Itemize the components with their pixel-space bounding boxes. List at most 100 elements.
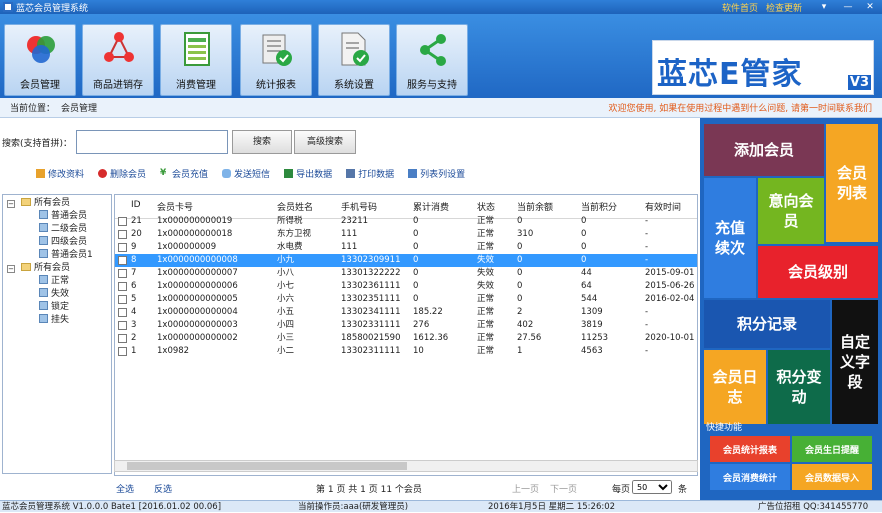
row-checkbox[interactable]: [118, 243, 127, 252]
column-header[interactable]: 累计消费: [413, 200, 449, 213]
toolbar-reports[interactable]: 统计报表: [240, 24, 312, 96]
ad-text: 广告位招租 QQ:341455770: [758, 502, 869, 512]
table-row[interactable]: 7 1x0000000000007 小八 13301322222 0 失效 0 44 2015-…: [115, 267, 697, 280]
table-row[interactable]: 3 1x0000000000003 小四 13302331111 276 正常 402 381…: [115, 319, 697, 332]
collapse-toggle[interactable]: −: [7, 265, 15, 273]
row-checkbox[interactable]: [118, 295, 127, 304]
collapse-toggle[interactable]: −: [7, 200, 15, 208]
table-cell: 0: [581, 229, 587, 239]
points-record-tile[interactable]: 积分记录: [704, 300, 830, 348]
row-checkbox[interactable]: [118, 347, 127, 356]
toolbar-inventory[interactable]: 商品进销存: [82, 24, 154, 96]
column-header[interactable]: ID: [131, 200, 141, 210]
table-cell: 1x0000000000006: [157, 281, 238, 291]
check-update-link[interactable]: 检查更新: [766, 1, 802, 14]
column-header[interactable]: 状态: [477, 200, 495, 213]
table-row[interactable]: 1 1x0982 小二 13302311111 10 正常 1 4563 -: [115, 345, 697, 358]
print-button[interactable]: 打印数据: [346, 167, 394, 180]
consumption-stats-button[interactable]: 会员消费统计: [710, 464, 790, 490]
toolbar-settings[interactable]: 系统设置: [318, 24, 390, 96]
table-cell: 8: [131, 255, 137, 265]
per-page-select[interactable]: 50: [632, 480, 672, 494]
export-button[interactable]: 导出数据: [284, 167, 332, 180]
send-sms-button[interactable]: 发送短信: [222, 167, 270, 180]
next-page-link[interactable]: 下一页: [550, 482, 577, 495]
table-cell: 13301322222: [341, 268, 401, 278]
app-icon: [3, 2, 13, 12]
table-cell: 0: [517, 281, 523, 291]
column-settings-button[interactable]: 列表列设置: [408, 167, 465, 180]
main-toolbar: 会员管理 商品进销存 消费管理 统计报表 系统设置 服务与支持 蓝芯E管家 V3: [0, 14, 882, 98]
toolbar-label: 系统设置: [334, 80, 374, 91]
tree-node[interactable]: 失效: [7, 288, 107, 301]
row-checkbox[interactable]: [118, 321, 127, 330]
table-row[interactable]: 20 1x000000000018 东方卫视 111 0 正常 310 0 -: [115, 228, 697, 241]
tree-node[interactable]: 锁定: [7, 301, 107, 314]
birthday-reminder-button[interactable]: 会员生日提醒: [792, 436, 872, 462]
row-checkbox[interactable]: [118, 282, 127, 291]
toolbar-member-management[interactable]: 会员管理: [4, 24, 76, 96]
column-header[interactable]: 会员姓名: [277, 200, 313, 213]
recharge-tile[interactable]: 充值续次: [704, 178, 756, 298]
row-checkbox[interactable]: [118, 269, 127, 278]
column-header[interactable]: 有效时间: [645, 200, 681, 213]
table-cell: 7: [131, 268, 137, 278]
tree-node[interactable]: 挂失: [7, 314, 107, 327]
column-header[interactable]: 会员卡号: [157, 200, 193, 213]
toolbar-support[interactable]: 服务与支持: [396, 24, 468, 96]
edit-member-button[interactable]: 修改资料: [36, 167, 84, 180]
search-input[interactable]: [76, 130, 228, 154]
table-row[interactable]: 5 1x0000000000005 小六 13302351111 0 正常 0 544 2016…: [115, 293, 697, 306]
member-log-tile[interactable]: 会员日志: [704, 350, 766, 424]
recharge-button[interactable]: ¥ 会员充值: [160, 167, 208, 180]
table-cell: -: [645, 346, 649, 356]
tree-node-all-status[interactable]: − 所有会员: [7, 262, 107, 275]
column-header[interactable]: 当前积分: [581, 200, 617, 213]
close-icon[interactable]: ✕: [860, 0, 880, 14]
software-home-link[interactable]: 软件首页: [722, 1, 758, 14]
column-header[interactable]: 手机号码: [341, 200, 377, 213]
table-cell: 0: [413, 255, 419, 265]
table-cell: 2015-06-26: [645, 281, 695, 291]
points-change-tile[interactable]: 积分变动: [768, 350, 830, 424]
table-row[interactable]: 6 1x0000000000006 小七 13302361111 0 失效 0 64 2015-…: [115, 280, 697, 293]
table-row[interactable]: 2 1x0000000000002 小三 18580021590 1612.36 正常 27…: [115, 332, 697, 345]
tree-node-all-members[interactable]: − 所有会员: [7, 197, 107, 210]
scrollbar-thumb[interactable]: [127, 462, 407, 470]
member-stats-report-button[interactable]: 会员统计报表: [710, 436, 790, 462]
row-checkbox[interactable]: [118, 230, 127, 239]
tree-node[interactable]: 二级会员: [7, 223, 107, 236]
table-row[interactable]: 9 1x000000009 水电费 111 0 正常 0 0 -: [115, 241, 697, 254]
table-row[interactable]: 8 1x0000000000008 小九 13302309911 0 失效 0 0 -: [115, 254, 697, 267]
custom-field-tile[interactable]: 自定义字段: [832, 300, 878, 424]
advanced-search-button[interactable]: 高级搜索: [294, 130, 356, 154]
row-checkbox[interactable]: [118, 308, 127, 317]
add-member-tile[interactable]: 添加会员: [704, 124, 824, 176]
table-row[interactable]: 4 1x0000000000004 小五 13302341111 185.22 正常 2 13…: [115, 306, 697, 319]
row-checkbox[interactable]: [118, 334, 127, 343]
row-checkbox[interactable]: [118, 217, 127, 226]
tree-node[interactable]: 四级会员: [7, 236, 107, 249]
table-row[interactable]: 21 1x000000000019 所得税 23211 0 正常 0 0 -: [115, 215, 697, 228]
prev-page-link[interactable]: 上一页: [512, 482, 539, 495]
member-list-tile[interactable]: 会员列表: [826, 124, 878, 242]
menu-icon[interactable]: ▾: [814, 0, 834, 14]
minimize-icon[interactable]: —: [838, 0, 858, 14]
horizontal-scrollbar[interactable]: [114, 460, 698, 472]
invert-selection-link[interactable]: 反选: [154, 482, 172, 495]
row-checkbox[interactable]: [118, 256, 127, 265]
intent-member-tile[interactable]: 意向会员: [758, 178, 824, 244]
table-cell: 0: [413, 268, 419, 278]
table-cell: 4563: [581, 346, 603, 356]
tree-node[interactable]: 正常: [7, 275, 107, 288]
data-import-button[interactable]: 会员数据导入: [792, 464, 872, 490]
column-header[interactable]: 当前余额: [517, 200, 553, 213]
tree-node[interactable]: 普通会员: [7, 210, 107, 223]
search-button[interactable]: 搜索: [232, 130, 292, 154]
select-all-link[interactable]: 全选: [116, 482, 134, 495]
toolbar-consumption[interactable]: 消费管理: [160, 24, 232, 96]
delete-member-button[interactable]: 删除会员: [98, 167, 146, 180]
member-level-tile[interactable]: 会员级别: [758, 246, 878, 298]
table-cell: 0: [517, 268, 523, 278]
tree-node[interactable]: 普通会员1: [7, 249, 107, 262]
